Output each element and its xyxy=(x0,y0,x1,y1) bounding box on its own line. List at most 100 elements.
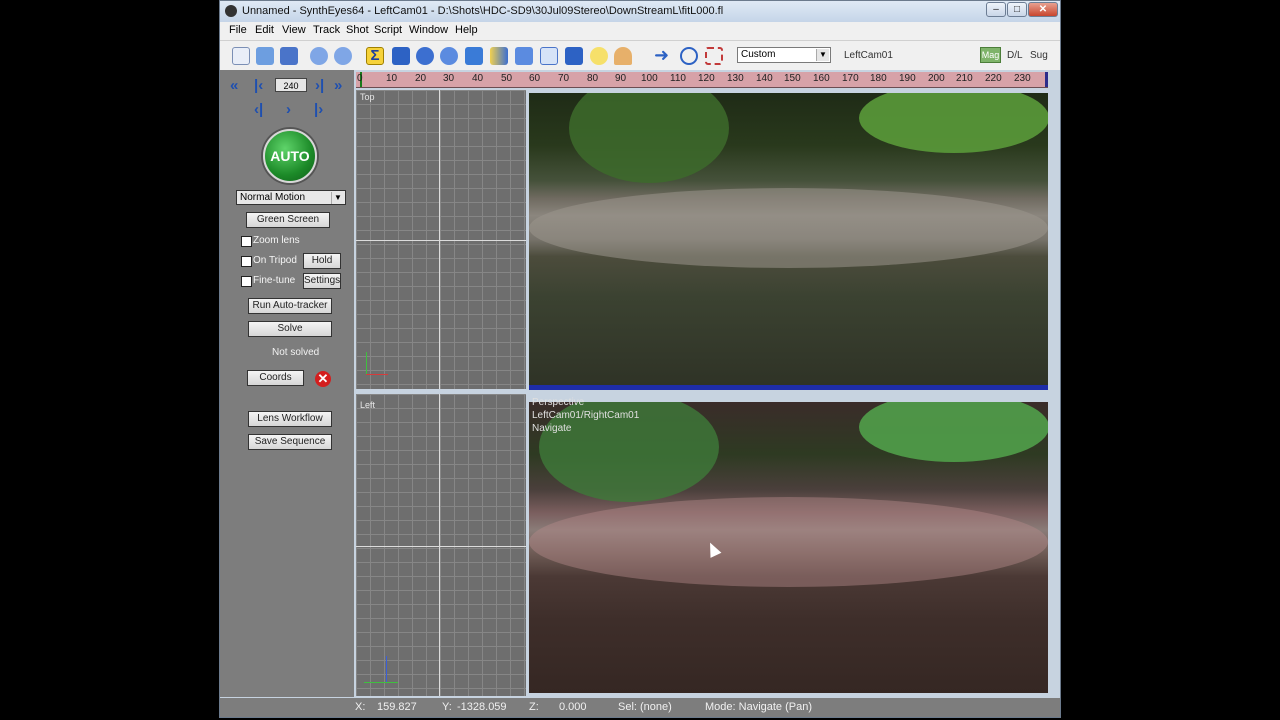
camera-pair-label: LeftCam01/RightCam01 xyxy=(532,410,640,421)
custom-select-value: Custom xyxy=(741,49,776,60)
window-title: Unnamed - SynthEyes64 - LeftCam01 - D:\S… xyxy=(242,5,724,17)
solve-button[interactable]: Solve xyxy=(248,321,332,337)
tick-label: 230 xyxy=(1014,73,1031,84)
zoom-icon[interactable] xyxy=(680,47,698,65)
maximize-button[interactable]: □ xyxy=(1007,2,1027,17)
save-sequence-button[interactable]: Save Sequence xyxy=(248,434,332,450)
tick-label: 160 xyxy=(813,73,830,84)
menu-track[interactable]: Track xyxy=(313,24,340,36)
perspective-viewport[interactable] xyxy=(529,402,1048,693)
next-key-icon[interactable]: |› xyxy=(314,102,323,118)
prev-key-icon[interactable]: ‹| xyxy=(254,102,263,118)
menu-edit[interactable]: Edit xyxy=(255,24,274,36)
minimize-button[interactable]: – xyxy=(986,2,1006,17)
left-view-label: Left xyxy=(360,400,376,410)
foliage-shape xyxy=(859,402,1048,462)
menu-bar: File Edit View Track Shot Script Window … xyxy=(220,22,1060,41)
grid-axis xyxy=(439,394,440,696)
cube-icon[interactable] xyxy=(565,47,583,65)
custom-select[interactable]: Custom ▼ xyxy=(737,47,831,63)
z-value: 0.000 xyxy=(559,701,587,713)
on-tripod-label: On Tripod xyxy=(253,255,297,266)
gear-icon[interactable] xyxy=(416,47,434,65)
tick-label: 130 xyxy=(727,73,744,84)
bulb-icon[interactable] xyxy=(590,47,608,65)
title-bar[interactable]: Unnamed - SynthEyes64 - LeftCam01 - D:\S… xyxy=(220,1,1060,22)
step-start-icon[interactable]: |‹ xyxy=(254,78,263,94)
tick-label: 0 xyxy=(357,73,363,84)
open-folder-icon[interactable] xyxy=(256,47,274,65)
menu-help[interactable]: Help xyxy=(455,24,478,36)
fit-icon[interactable] xyxy=(705,47,723,65)
x-label: X: xyxy=(355,701,366,713)
graph-icon[interactable] xyxy=(540,47,558,65)
coords-button[interactable]: Coords xyxy=(247,370,304,386)
tick-label: 210 xyxy=(956,73,973,84)
lens-icon[interactable] xyxy=(490,47,508,65)
run-autotracker-button[interactable]: Run Auto-tracker xyxy=(248,298,332,314)
rocks-shape xyxy=(529,188,1048,268)
mag-button[interactable]: Mag xyxy=(980,47,1001,63)
menu-window[interactable]: Window xyxy=(409,24,448,36)
tick-label: 150 xyxy=(784,73,801,84)
play-icon[interactable]: › xyxy=(286,102,291,118)
camera-view-icon[interactable] xyxy=(392,47,410,65)
axis-gizmo-icon xyxy=(366,374,388,375)
chevron-down-icon: ▼ xyxy=(331,192,344,204)
redo-icon[interactable] xyxy=(334,47,352,65)
foliage-shape xyxy=(859,93,1048,153)
hold-button[interactable]: Hold xyxy=(303,253,341,269)
rewind-icon[interactable]: « xyxy=(230,78,238,94)
green-screen-button[interactable]: Green Screen xyxy=(246,212,330,228)
tick-label: 40 xyxy=(472,73,484,84)
zoom-lens-checkbox[interactable] xyxy=(241,236,252,247)
left-viewport[interactable]: Left xyxy=(356,394,526,696)
app-icon xyxy=(225,5,237,17)
summary-icon[interactable]: Σ xyxy=(366,47,384,65)
motion-select[interactable]: Normal Motion ▼ xyxy=(236,190,346,205)
tick-label: 200 xyxy=(928,73,945,84)
menu-shot[interactable]: Shot xyxy=(346,24,369,36)
tick-label: 50 xyxy=(501,73,513,84)
move-icon[interactable] xyxy=(465,47,483,65)
camera-viewport[interactable] xyxy=(529,93,1048,385)
left-control-panel: « |‹ 240 ›| » ‹| › |› AUTO Normal Motion… xyxy=(220,70,354,697)
top-viewport[interactable]: Top xyxy=(356,90,526,389)
rocks-shape xyxy=(529,497,1048,587)
menu-view[interactable]: View xyxy=(282,24,306,36)
frame-input[interactable]: 240 xyxy=(275,78,307,92)
tick-label: 60 xyxy=(529,73,541,84)
dl-button[interactable]: D/L xyxy=(1007,50,1023,61)
save-icon[interactable] xyxy=(280,47,298,65)
paint-icon[interactable] xyxy=(614,47,632,65)
navigate-label: Navigate xyxy=(532,423,572,434)
tick-label: 220 xyxy=(985,73,1002,84)
list-icon[interactable] xyxy=(515,47,533,65)
new-file-icon[interactable] xyxy=(232,47,250,65)
viewport-divider[interactable] xyxy=(529,385,1048,390)
settings-button[interactable]: Settings xyxy=(303,273,341,289)
app-window: Unnamed - SynthEyes64 - LeftCam01 - D:\S… xyxy=(219,0,1061,718)
arrow-right-icon[interactable]: ➜ xyxy=(654,46,672,65)
timeline-bar[interactable]: 0 10 20 30 40 50 60 70 80 90 100 110 120… xyxy=(356,72,1048,88)
viewport-grid xyxy=(356,394,526,696)
timeline-end-marker xyxy=(1045,72,1048,87)
axis-gizmo-icon xyxy=(386,656,387,682)
menu-file[interactable]: File xyxy=(229,24,247,36)
close-button[interactable]: ✕ xyxy=(1028,2,1058,17)
tracker-icon[interactable] xyxy=(440,47,458,65)
undo-icon[interactable] xyxy=(310,47,328,65)
step-end-icon[interactable]: ›| xyxy=(315,78,324,94)
fine-tune-checkbox[interactable] xyxy=(241,276,252,287)
camera-label: LeftCam01 xyxy=(844,50,893,61)
lens-workflow-button[interactable]: Lens Workflow xyxy=(248,411,332,427)
auto-button[interactable]: AUTO xyxy=(263,129,317,183)
sug-button[interactable]: Sug xyxy=(1030,50,1048,61)
tick-label: 190 xyxy=(899,73,916,84)
clear-coords-icon[interactable]: ✕ xyxy=(315,371,331,387)
fast-forward-icon[interactable]: » xyxy=(334,78,342,94)
axis-gizmo-icon xyxy=(366,352,367,374)
fine-tune-label: Fine-tune xyxy=(253,275,296,286)
menu-script[interactable]: Script xyxy=(374,24,402,36)
on-tripod-checkbox[interactable] xyxy=(241,256,252,267)
